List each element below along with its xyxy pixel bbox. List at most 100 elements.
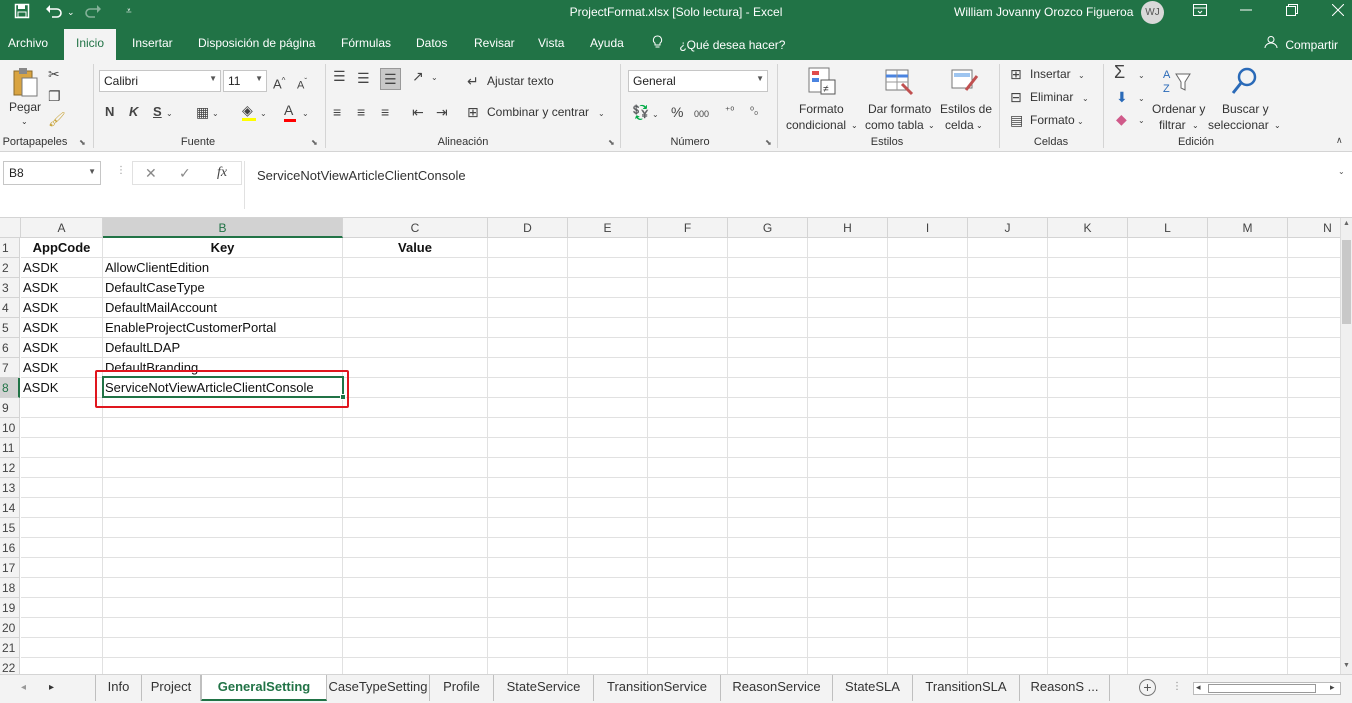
cell-d17[interactable] bbox=[488, 558, 568, 578]
cell-b21[interactable] bbox=[103, 638, 343, 658]
row-header-11[interactable]: 11 bbox=[0, 438, 20, 458]
number-launcher-icon[interactable]: ⬊ bbox=[765, 138, 772, 147]
cell-e1[interactable] bbox=[568, 238, 648, 258]
cell-m22[interactable] bbox=[1208, 658, 1288, 674]
cell-i2[interactable] bbox=[888, 258, 968, 278]
cell-e21[interactable] bbox=[568, 638, 648, 658]
cell-n8[interactable] bbox=[1288, 378, 1340, 398]
cell-b10[interactable] bbox=[103, 418, 343, 438]
cell-g11[interactable] bbox=[728, 438, 808, 458]
cell-a16[interactable] bbox=[21, 538, 103, 558]
cell-e8[interactable] bbox=[568, 378, 648, 398]
cell-h7[interactable] bbox=[808, 358, 888, 378]
cell-c19[interactable] bbox=[343, 598, 488, 618]
cell-h19[interactable] bbox=[808, 598, 888, 618]
cell-j18[interactable] bbox=[968, 578, 1048, 598]
row-header-18[interactable]: 18 bbox=[0, 578, 20, 598]
cell-g10[interactable] bbox=[728, 418, 808, 438]
cell-b1[interactable]: Key bbox=[103, 238, 343, 258]
cell-n10[interactable] bbox=[1288, 418, 1340, 438]
cell-a18[interactable] bbox=[21, 578, 103, 598]
cell-e9[interactable] bbox=[568, 398, 648, 418]
cell-a9[interactable] bbox=[21, 398, 103, 418]
cell-d22[interactable] bbox=[488, 658, 568, 674]
cell-b13[interactable] bbox=[103, 478, 343, 498]
cell-l6[interactable] bbox=[1128, 338, 1208, 358]
fill-icon[interactable]: ⬇ bbox=[1116, 89, 1128, 105]
cell-i10[interactable] bbox=[888, 418, 968, 438]
cell-j22[interactable] bbox=[968, 658, 1048, 674]
cell-f20[interactable] bbox=[648, 618, 728, 638]
cell-l16[interactable] bbox=[1128, 538, 1208, 558]
cell-f4[interactable] bbox=[648, 298, 728, 318]
restore-icon[interactable] bbox=[1280, 2, 1304, 22]
row-header-21[interactable]: 21 bbox=[0, 638, 20, 658]
orientation-dropdown-icon[interactable]: ⌄ bbox=[431, 70, 438, 86]
cell-c14[interactable] bbox=[343, 498, 488, 518]
cell-k2[interactable] bbox=[1048, 258, 1128, 278]
sheet-tab-project[interactable]: Project bbox=[142, 675, 201, 701]
cell-l12[interactable] bbox=[1128, 458, 1208, 478]
row-header-14[interactable]: 14 bbox=[0, 498, 20, 518]
cell-b2[interactable]: AllowClientEdition bbox=[103, 258, 343, 278]
cell-e2[interactable] bbox=[568, 258, 648, 278]
increase-font-icon[interactable]: A^ bbox=[273, 73, 285, 92]
sheet-tab-generalsetting[interactable]: GeneralSetting bbox=[201, 675, 327, 701]
underline-dropdown-icon[interactable]: ⌄ bbox=[166, 106, 173, 122]
cell-j16[interactable] bbox=[968, 538, 1048, 558]
cell-c4[interactable] bbox=[343, 298, 488, 318]
cell-e4[interactable] bbox=[568, 298, 648, 318]
cell-j10[interactable] bbox=[968, 418, 1048, 438]
cell-j11[interactable] bbox=[968, 438, 1048, 458]
cell-n18[interactable] bbox=[1288, 578, 1340, 598]
column-header-a[interactable]: A bbox=[21, 218, 103, 238]
clear-icon[interactable]: ◆ bbox=[1116, 111, 1127, 127]
cell-i13[interactable] bbox=[888, 478, 968, 498]
cell-c7[interactable] bbox=[343, 358, 488, 378]
cell-n9[interactable] bbox=[1288, 398, 1340, 418]
cell-m8[interactable] bbox=[1208, 378, 1288, 398]
cell-l18[interactable] bbox=[1128, 578, 1208, 598]
cell-f10[interactable] bbox=[648, 418, 728, 438]
cell-m6[interactable] bbox=[1208, 338, 1288, 358]
cell-l7[interactable] bbox=[1128, 358, 1208, 378]
cell-f16[interactable] bbox=[648, 538, 728, 558]
cell-g20[interactable] bbox=[728, 618, 808, 638]
cell-n2[interactable] bbox=[1288, 258, 1340, 278]
cell-n13[interactable] bbox=[1288, 478, 1340, 498]
copy-icon[interactable]: ❐ bbox=[48, 88, 61, 104]
cell-i5[interactable] bbox=[888, 318, 968, 338]
orientation-icon[interactable]: ↗ bbox=[412, 68, 424, 84]
cell-d12[interactable] bbox=[488, 458, 568, 478]
row-header-5[interactable]: 5 bbox=[0, 318, 20, 338]
cell-g8[interactable] bbox=[728, 378, 808, 398]
cell-a8[interactable]: ASDK bbox=[21, 378, 103, 398]
row-header-8[interactable]: 8 bbox=[0, 378, 20, 398]
cell-i19[interactable] bbox=[888, 598, 968, 618]
cell-f8[interactable] bbox=[648, 378, 728, 398]
sheet-tab-info[interactable]: Info bbox=[96, 675, 142, 701]
cell-i3[interactable] bbox=[888, 278, 968, 298]
cancel-icon[interactable]: ✕ bbox=[145, 165, 157, 182]
cell-c2[interactable] bbox=[343, 258, 488, 278]
cell-d3[interactable] bbox=[488, 278, 568, 298]
cut-icon[interactable]: ✂ bbox=[48, 66, 60, 82]
cell-k16[interactable] bbox=[1048, 538, 1128, 558]
font-name-select[interactable]: Calibri ▼ bbox=[99, 70, 221, 92]
cell-j6[interactable] bbox=[968, 338, 1048, 358]
cell-d5[interactable] bbox=[488, 318, 568, 338]
cell-k14[interactable] bbox=[1048, 498, 1128, 518]
cell-l14[interactable] bbox=[1128, 498, 1208, 518]
cell-j17[interactable] bbox=[968, 558, 1048, 578]
cell-c10[interactable] bbox=[343, 418, 488, 438]
expand-formula-bar-icon[interactable]: ⌄ bbox=[1338, 167, 1345, 176]
cell-a19[interactable] bbox=[21, 598, 103, 618]
cell-g12[interactable] bbox=[728, 458, 808, 478]
cell-b8[interactable]: ServiceNotViewArticleClientConsole bbox=[103, 378, 343, 398]
cell-n11[interactable] bbox=[1288, 438, 1340, 458]
formula-input[interactable]: ServiceNotViewArticleClientConsole bbox=[244, 161, 1352, 209]
cell-j21[interactable] bbox=[968, 638, 1048, 658]
cell-h13[interactable] bbox=[808, 478, 888, 498]
sheet-tab-reasons[interactable]: ReasonS ... bbox=[1020, 675, 1110, 701]
minimize-icon[interactable] bbox=[1234, 2, 1258, 22]
